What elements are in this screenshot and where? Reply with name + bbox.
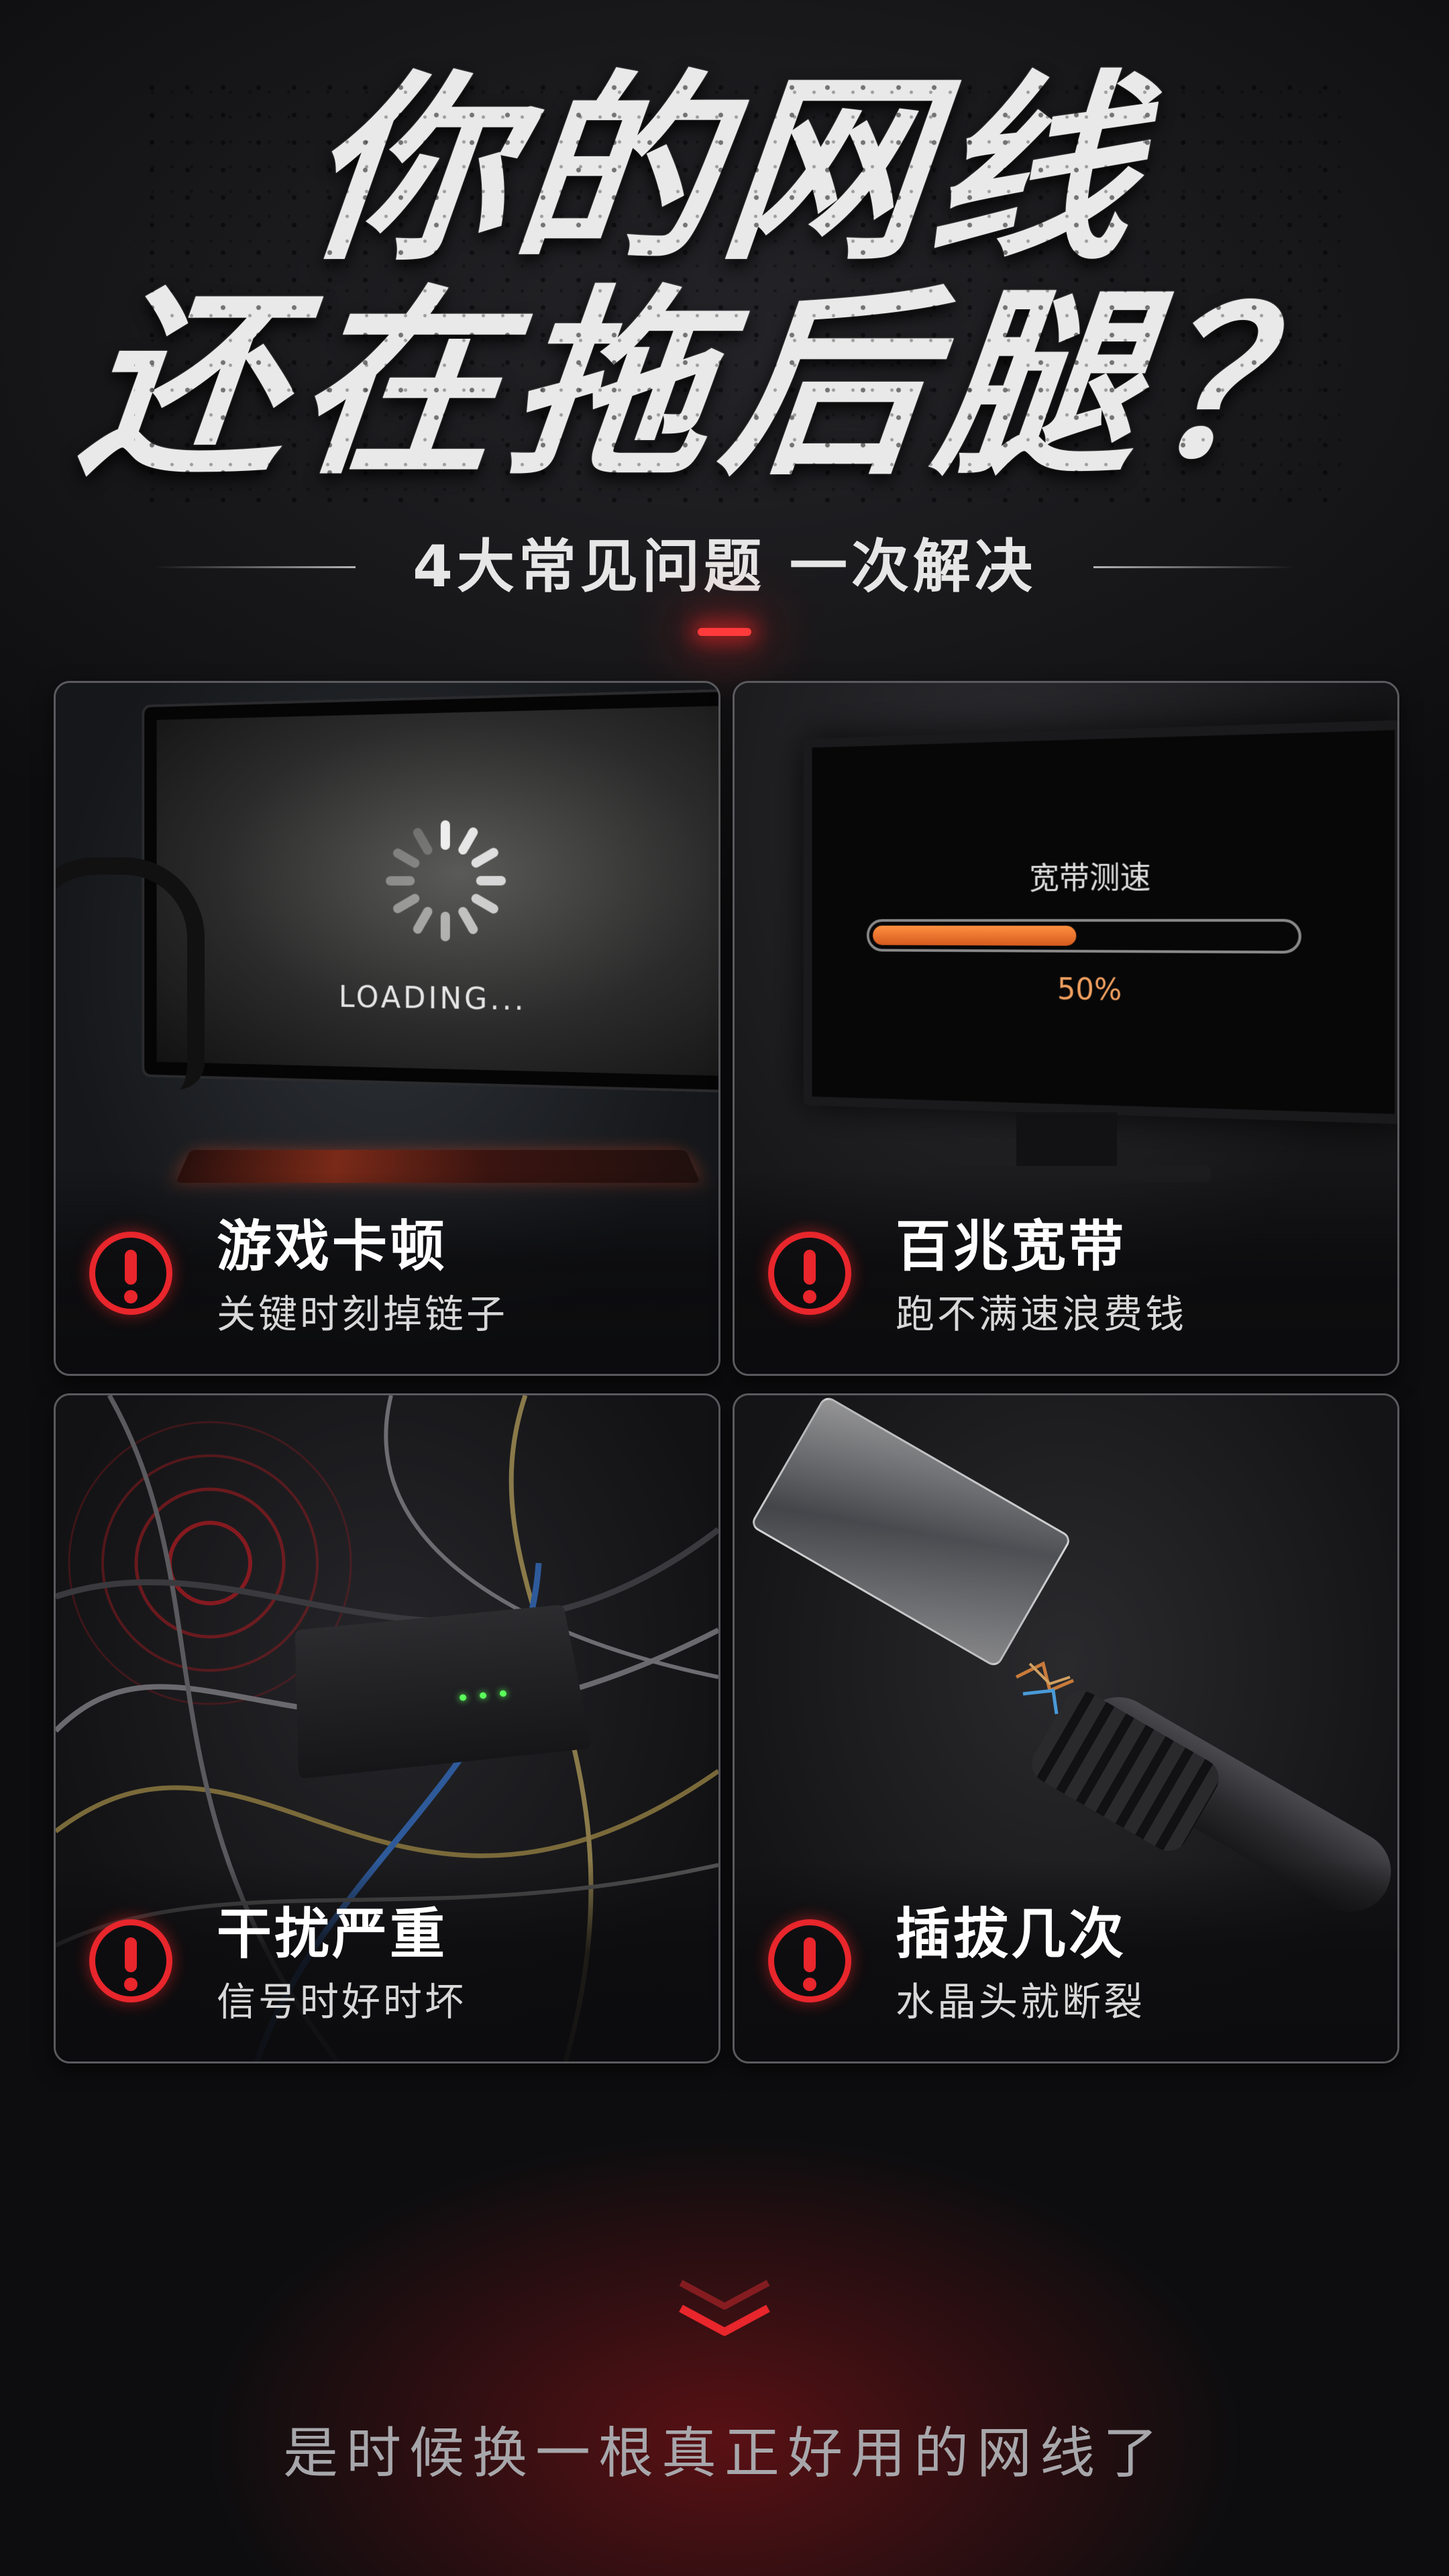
problem-card-broadband: 宽带测速 50% 百兆宽带 跑不满速浪费钱 bbox=[733, 681, 1399, 1376]
problem-card-broken-connector: 插拔几次 水晶头就断裂 bbox=[733, 1393, 1399, 2063]
monitor-icon: 宽带测速 50% bbox=[803, 720, 1397, 1124]
monitor-icon: LOADING... bbox=[144, 691, 718, 1091]
headset-icon bbox=[56, 857, 205, 1089]
router-icon bbox=[294, 1604, 592, 1779]
game-screen: LOADING... bbox=[156, 705, 718, 1077]
poster: 你的网线 还在拖后腿？ 4大常见问题 一次解决 LOADING... 游戏卡顿 … bbox=[0, 0, 1449, 2576]
speed-progress-fill bbox=[873, 925, 1077, 946]
card-subtitle: 信号时好时坏 bbox=[217, 1979, 467, 2025]
speed-progress-bar bbox=[866, 918, 1301, 954]
alert-icon bbox=[89, 1232, 172, 1315]
card-title: 百兆宽带 bbox=[896, 1215, 1127, 1279]
alert-icon bbox=[768, 1232, 851, 1315]
problem-card-game-lag: LOADING... 游戏卡顿 关键时刻掉链子 bbox=[54, 681, 720, 1376]
subtitle-divider-right bbox=[1093, 566, 1295, 568]
card-subtitle: 关键时刻掉链子 bbox=[217, 1291, 508, 1337]
problem-card-interference: 干扰严重 信号时好时坏 bbox=[54, 1393, 720, 2063]
loading-text: LOADING... bbox=[338, 980, 527, 1018]
card-title: 干扰严重 bbox=[217, 1902, 448, 1966]
alert-icon bbox=[89, 1919, 172, 2002]
speed-test-label: 宽带测速 bbox=[1029, 859, 1151, 896]
call-to-action-text: 是时候换一根真正好用的网线了 bbox=[282, 2422, 1166, 2485]
card-title: 游戏卡顿 bbox=[217, 1215, 448, 1279]
card-subtitle: 跑不满速浪费钱 bbox=[896, 1291, 1187, 1337]
card-title: 插拔几次 bbox=[896, 1902, 1127, 1966]
loading-spinner-icon bbox=[385, 820, 506, 942]
headline-line-2: 还在拖后腿？ bbox=[72, 268, 1377, 502]
speed-percent: 50% bbox=[1057, 972, 1122, 1008]
subtitle-row: 4大常见问题 一次解决 bbox=[0, 530, 1449, 604]
monitor-stand bbox=[1016, 1112, 1117, 1173]
red-glow-dash bbox=[698, 628, 751, 636]
headline-line-1: 你的网线 bbox=[296, 54, 1153, 288]
card-subtitle: 水晶头就断裂 bbox=[896, 1979, 1146, 2025]
alert-icon bbox=[768, 1919, 851, 2002]
chevron-down-icon bbox=[679, 2305, 770, 2336]
